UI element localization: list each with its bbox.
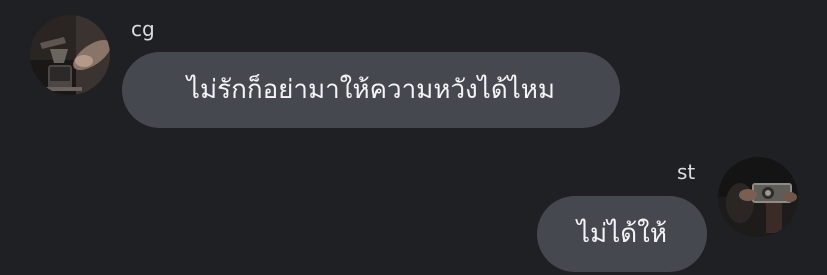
sender-name-cg: cg [131,17,155,41]
message-bubble-outgoing[interactable]: ไม่ได้ให้ [537,196,707,272]
camera-holding-photo-icon [718,157,798,237]
avatar-cg[interactable] [30,15,110,95]
coffee-pour-photo-icon [30,15,110,95]
sender-name-st: st [677,160,696,184]
avatar-st[interactable] [718,157,798,237]
message-bubble-incoming[interactable]: ไม่รักก็อย่ามาให้ความหวังได้ไหม [122,52,620,128]
